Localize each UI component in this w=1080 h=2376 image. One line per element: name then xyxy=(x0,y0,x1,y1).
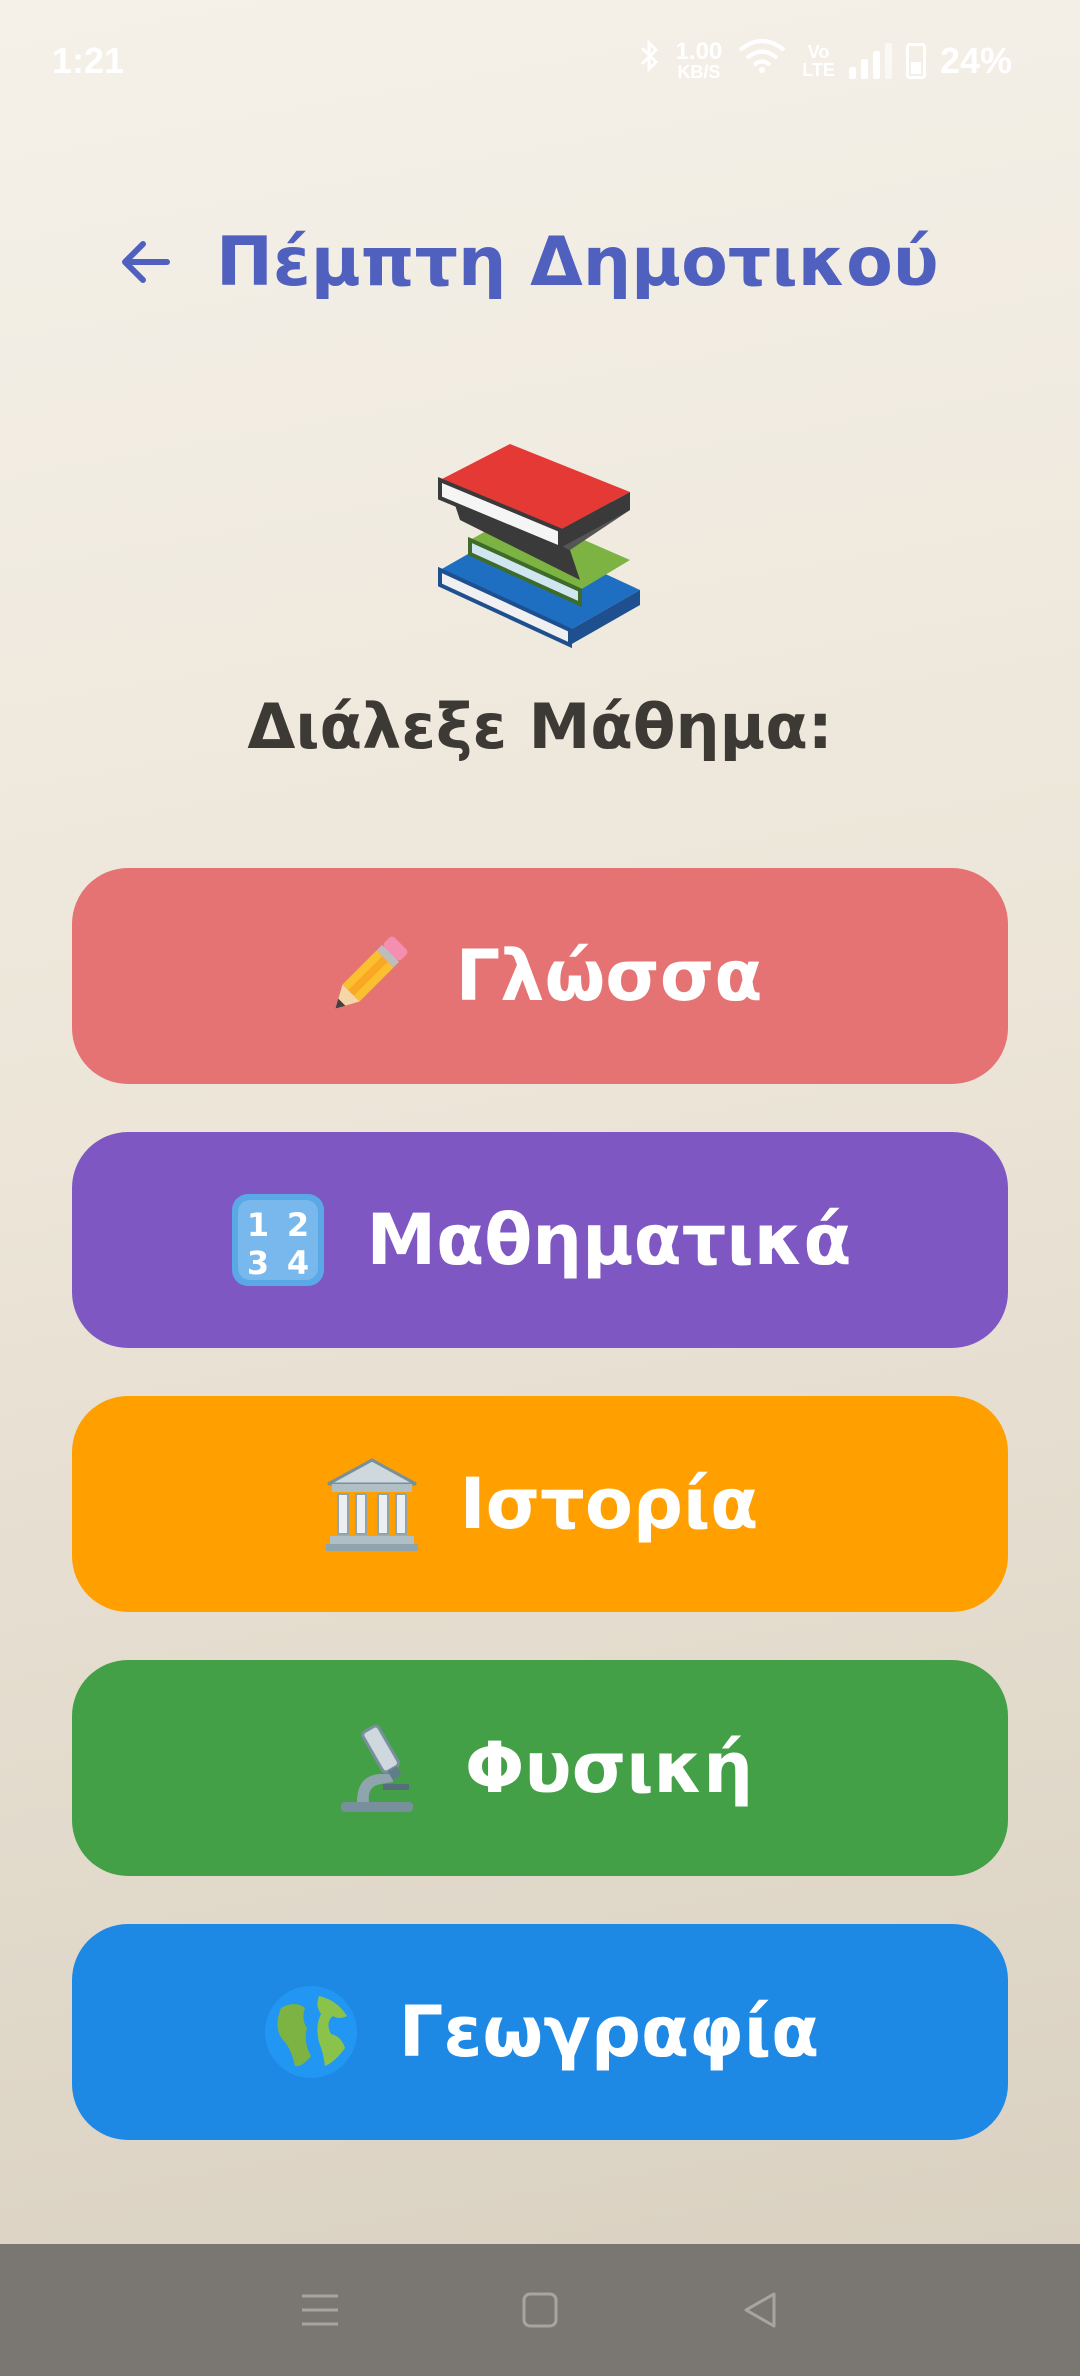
numbers-1234-icon: 1 2 3 4 xyxy=(228,1190,328,1290)
svg-text:3: 3 xyxy=(247,1244,269,1282)
classical-building-icon xyxy=(322,1454,422,1554)
status-icons: 1.00 KB/S Vo LTE 24% xyxy=(638,38,1012,83)
subject-button-physics[interactable]: Φυσική xyxy=(72,1660,1008,1876)
subject-button-geography[interactable]: Γεωγραφία xyxy=(72,1924,1008,2140)
subject-label: Μαθηματικά xyxy=(366,1199,852,1281)
status-bar: 1:21 1.00 KB/S Vo LTE 24% xyxy=(0,0,1080,130)
arrow-left-icon xyxy=(122,241,170,283)
subject-button-language[interactable]: Γλώσσα xyxy=(72,868,1008,1084)
subject-label: Φυσική xyxy=(464,1727,754,1809)
app-header: Πέμπτη Δημοτικού xyxy=(110,212,939,312)
battery-percent: 24% xyxy=(939,39,1012,81)
pencil-icon xyxy=(318,926,418,1026)
triangle-back-icon xyxy=(744,2292,776,2328)
subject-label: Γλώσσα xyxy=(455,935,763,1017)
battery-icon xyxy=(905,42,926,79)
home-button[interactable] xyxy=(510,2280,570,2340)
subject-label: Γεωγραφία xyxy=(398,1991,820,2073)
svg-text:2: 2 xyxy=(287,1206,309,1244)
menu-icon xyxy=(302,2294,338,2326)
network-speed: 1.00 KB/S xyxy=(675,37,723,82)
back-button[interactable] xyxy=(110,227,180,297)
system-navigation-bar xyxy=(0,2244,1080,2376)
books-icon xyxy=(438,444,640,649)
subject-button-math[interactable]: 1 2 3 4 Μαθηματικά xyxy=(72,1132,1008,1348)
status-time: 1:21 xyxy=(52,40,125,81)
menu-button[interactable] xyxy=(290,2280,350,2340)
subject-button-history[interactable]: Ιστορία xyxy=(72,1396,1008,1612)
svg-text:1: 1 xyxy=(247,1206,269,1244)
choose-subject-heading: Διάλεξε Μάθημα: xyxy=(247,690,833,763)
page-title: Πέμπτη Δημοτικού xyxy=(216,222,939,302)
volte-indicator: Vo LTE xyxy=(802,41,835,80)
microscope-icon xyxy=(327,1718,427,1818)
home-square-icon xyxy=(522,2292,558,2328)
signal-icon xyxy=(848,42,892,79)
bluetooth-icon xyxy=(638,38,662,83)
back-nav-button[interactable] xyxy=(730,2280,790,2340)
svg-text:4: 4 xyxy=(287,1244,309,1282)
wifi-icon xyxy=(736,38,788,83)
globe-icon xyxy=(261,1982,361,2082)
subject-label: Ιστορία xyxy=(459,1463,759,1545)
